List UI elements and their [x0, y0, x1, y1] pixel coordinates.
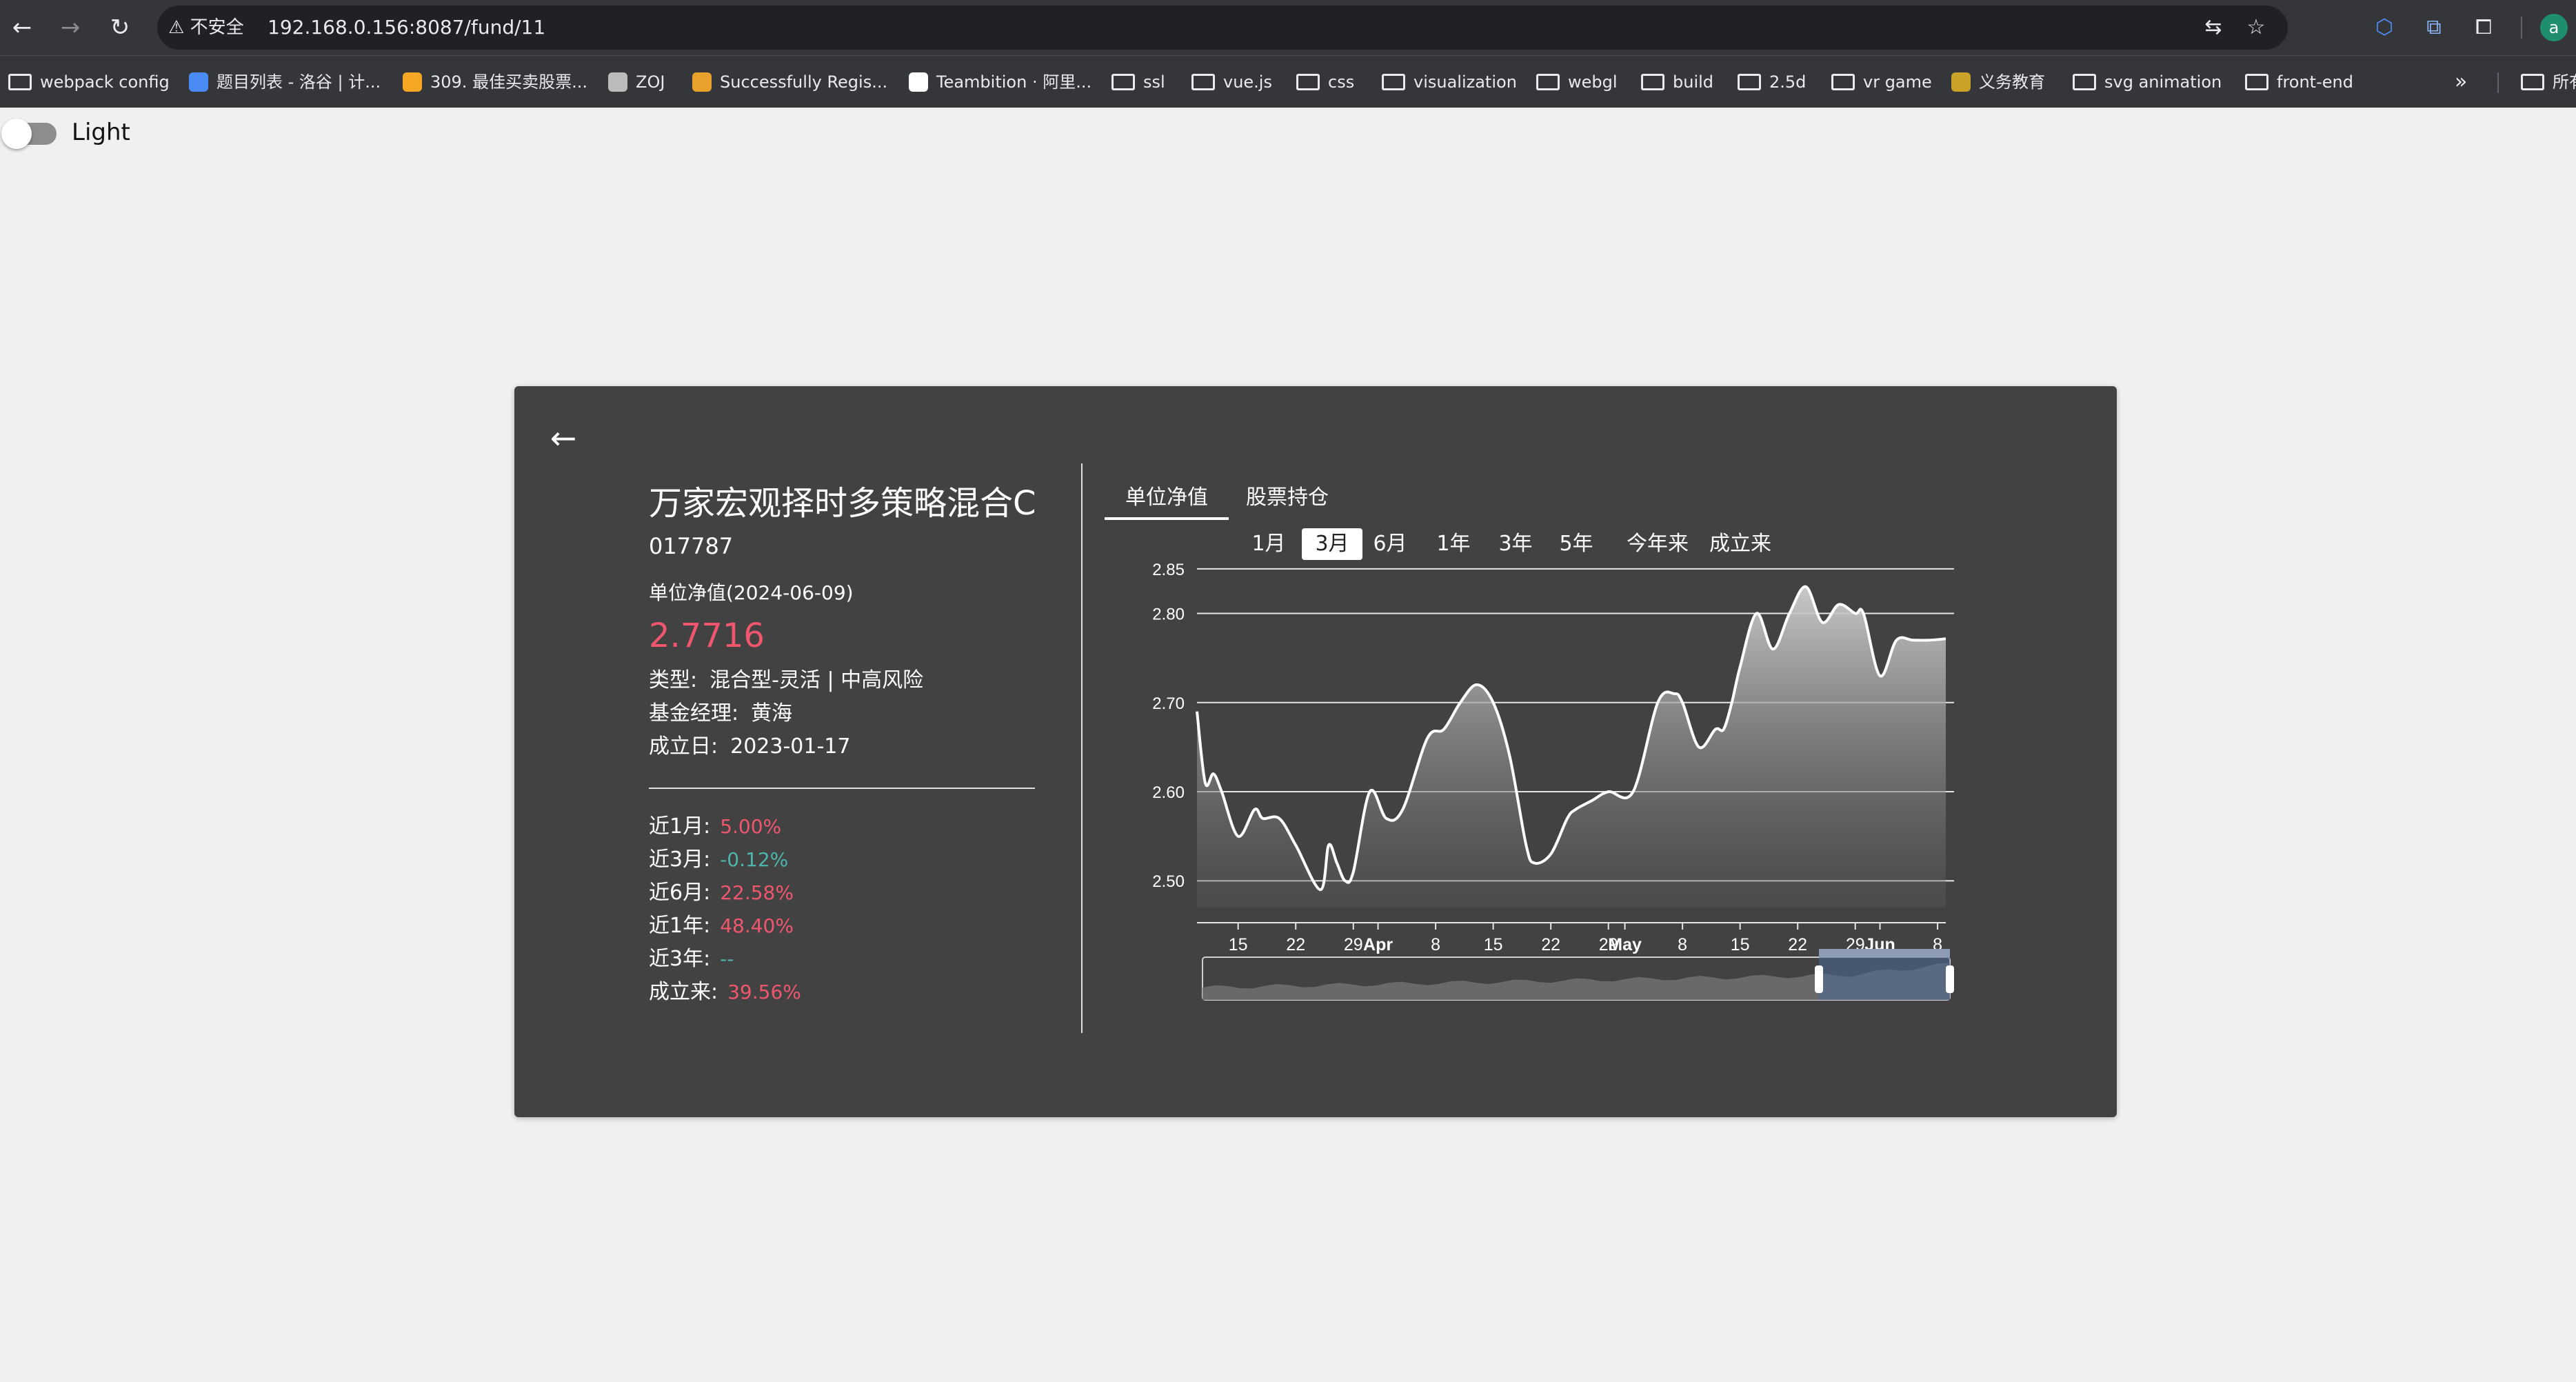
bookmark-5[interactable]: Teambition · 阿里...: [909, 68, 1091, 96]
bookmark-label: 2.5d: [1769, 72, 1807, 92]
extension-shield-icon[interactable]: ⬡: [2369, 12, 2399, 43]
minimap-left-handle[interactable]: [1815, 965, 1823, 993]
bookmark-9[interactable]: visualization: [1382, 68, 1517, 96]
bookmarks-bar: webpack config 题目列表 - 洛谷 | 计... 309. 最佳买卖股…: [0, 55, 2576, 108]
back-nav-icon[interactable]: ←: [7, 12, 37, 43]
favicon-icon: [189, 72, 208, 92]
bookmark-star-icon[interactable]: ☆: [2241, 12, 2271, 43]
bookmarks-overflow-icon[interactable]: »: [2455, 68, 2467, 96]
bookmark-label: 义务教育: [1979, 72, 2045, 92]
security-indicator[interactable]: ⚠ 不安全: [168, 12, 244, 43]
bookmark-0[interactable]: webpack config: [8, 68, 170, 96]
folder-icon: [8, 74, 32, 90]
bookmark-label: 309. 最佳买卖股票...: [430, 72, 587, 92]
bookmark-3[interactable]: ZOJ: [608, 68, 665, 96]
bookmark-10[interactable]: webgl: [1536, 68, 1618, 96]
nav-chart[interactable]: 2.502.602.702.802.8515 22 29 Apr 8 15 22 29May 8…: [514, 386, 2117, 1117]
bookmark-13[interactable]: vr game: [1831, 68, 1932, 96]
all-bookmarks-label: 所有: [2553, 72, 2576, 92]
x-tick-label: 15: [1731, 935, 1750, 954]
forward-nav-icon[interactable]: →: [55, 12, 85, 43]
favicon-icon: [692, 72, 712, 92]
bookmark-label: css: [1328, 72, 1355, 92]
bookmark-11[interactable]: build: [1641, 68, 1713, 96]
bookmarks-divider: [2497, 72, 2499, 93]
nav-area: [1197, 586, 1946, 908]
folder-icon: [1191, 74, 1215, 90]
x-tick-label: 15: [1229, 935, 1248, 954]
y-tick-label: 2.60: [1152, 783, 1185, 802]
x-tick-label: 15: [1484, 935, 1503, 954]
bookmark-2[interactable]: 309. 最佳买卖股票...: [403, 68, 587, 96]
x-tick-label: 22: [1788, 935, 1807, 954]
bookmark-12[interactable]: 2.5d: [1738, 68, 1806, 96]
folder-icon: [1382, 74, 1405, 90]
folder-icon: [1831, 74, 1855, 90]
profile-avatar[interactable]: a: [2540, 14, 2568, 41]
bookmark-label: vr game: [1863, 72, 1932, 92]
fund-card: ← 万家宏观择时多策略混合C 017787 单位净值(2024-06-09) 2…: [514, 386, 2117, 1117]
folder-icon: [1111, 74, 1135, 90]
folder-icon: [1296, 74, 1320, 90]
warning-icon: ⚠: [168, 17, 185, 38]
bookmark-label: svg animation: [2104, 72, 2222, 92]
x-tick-label: 29: [1344, 935, 1363, 954]
bookmark-label: front-end: [2277, 72, 2353, 92]
reload-icon[interactable]: ↻: [105, 12, 135, 43]
x-tick-label: Apr: [1363, 935, 1393, 954]
folder-icon: [2073, 74, 2096, 90]
bookmark-16[interactable]: front-end: [2245, 68, 2353, 96]
x-tick-label: 22: [1286, 935, 1305, 954]
extension-translate-icon[interactable]: ⧉: [2419, 12, 2449, 43]
y-tick-label: 2.70: [1152, 694, 1185, 713]
toggle-knob[interactable]: [1, 119, 32, 149]
minimap-window-bar[interactable]: [1819, 949, 1950, 957]
browser-toolbar: ← → ↻ ⚠ 不安全 192.168.0.156:8087/fund/11 ⇆…: [0, 0, 2576, 55]
bookmark-15[interactable]: svg animation: [2073, 68, 2222, 96]
minimap-selected-window[interactable]: [1819, 957, 1950, 1000]
theme-toggle-label: Light: [72, 119, 130, 146]
bookmark-label: visualization: [1413, 72, 1517, 92]
y-tick-label: 2.85: [1152, 561, 1185, 579]
bookmark-7[interactable]: vue.js: [1191, 68, 1272, 96]
x-tick-label: 8: [1431, 935, 1440, 954]
minimap-right-handle[interactable]: [1946, 965, 1954, 993]
bookmark-1[interactable]: 题目列表 - 洛谷 | 计...: [189, 68, 381, 96]
folder-icon: [2245, 74, 2268, 90]
bookmark-6[interactable]: ssl: [1111, 68, 1165, 96]
address-bar[interactable]: ⚠ 不安全 192.168.0.156:8087/fund/11 ⇆ ☆: [157, 6, 2288, 50]
y-tick-label: 2.80: [1152, 605, 1185, 624]
bookmark-14[interactable]: 义务教育: [1951, 68, 2045, 96]
favicon-icon: [909, 72, 928, 92]
favicon-icon: [403, 72, 422, 92]
x-tick-label: 8: [1678, 935, 1687, 954]
bookmark-label: Successfully Regis...: [720, 72, 888, 92]
x-tick-label: May: [1608, 935, 1642, 954]
bookmark-label: webgl: [1568, 72, 1618, 92]
toolbar-divider: [2521, 17, 2522, 39]
bookmark-label: ssl: [1143, 72, 1165, 92]
folder-icon: [2521, 74, 2544, 90]
folder-icon: [1738, 74, 1761, 90]
theme-toggle[interactable]: [1, 119, 57, 149]
bookmark-label: vue.js: [1223, 72, 1272, 92]
folder-icon: [1536, 74, 1560, 90]
x-tick-label: 22: [1541, 935, 1560, 954]
extensions-puzzle-icon[interactable]: ⧠: [2468, 12, 2499, 43]
bookmark-label: 题目列表 - 洛谷 | 计...: [217, 72, 381, 92]
bookmark-4[interactable]: Successfully Regis...: [692, 68, 887, 96]
bookmark-label: webpack config: [40, 72, 170, 92]
folder-icon: [1641, 74, 1664, 90]
url-text[interactable]: 192.168.0.156:8087/fund/11: [268, 12, 545, 43]
favicon-icon: [1951, 72, 1971, 92]
bookmark-8[interactable]: css: [1296, 68, 1354, 96]
bookmark-label: Teambition · 阿里...: [936, 72, 1092, 92]
translate-icon[interactable]: ⇆: [2198, 12, 2228, 43]
favicon-icon: [608, 72, 627, 92]
bookmark-label: build: [1673, 72, 1714, 92]
bookmark-label: ZOJ: [636, 72, 665, 92]
y-tick-label: 2.50: [1152, 872, 1185, 891]
all-bookmarks[interactable]: 所有: [2521, 68, 2576, 96]
